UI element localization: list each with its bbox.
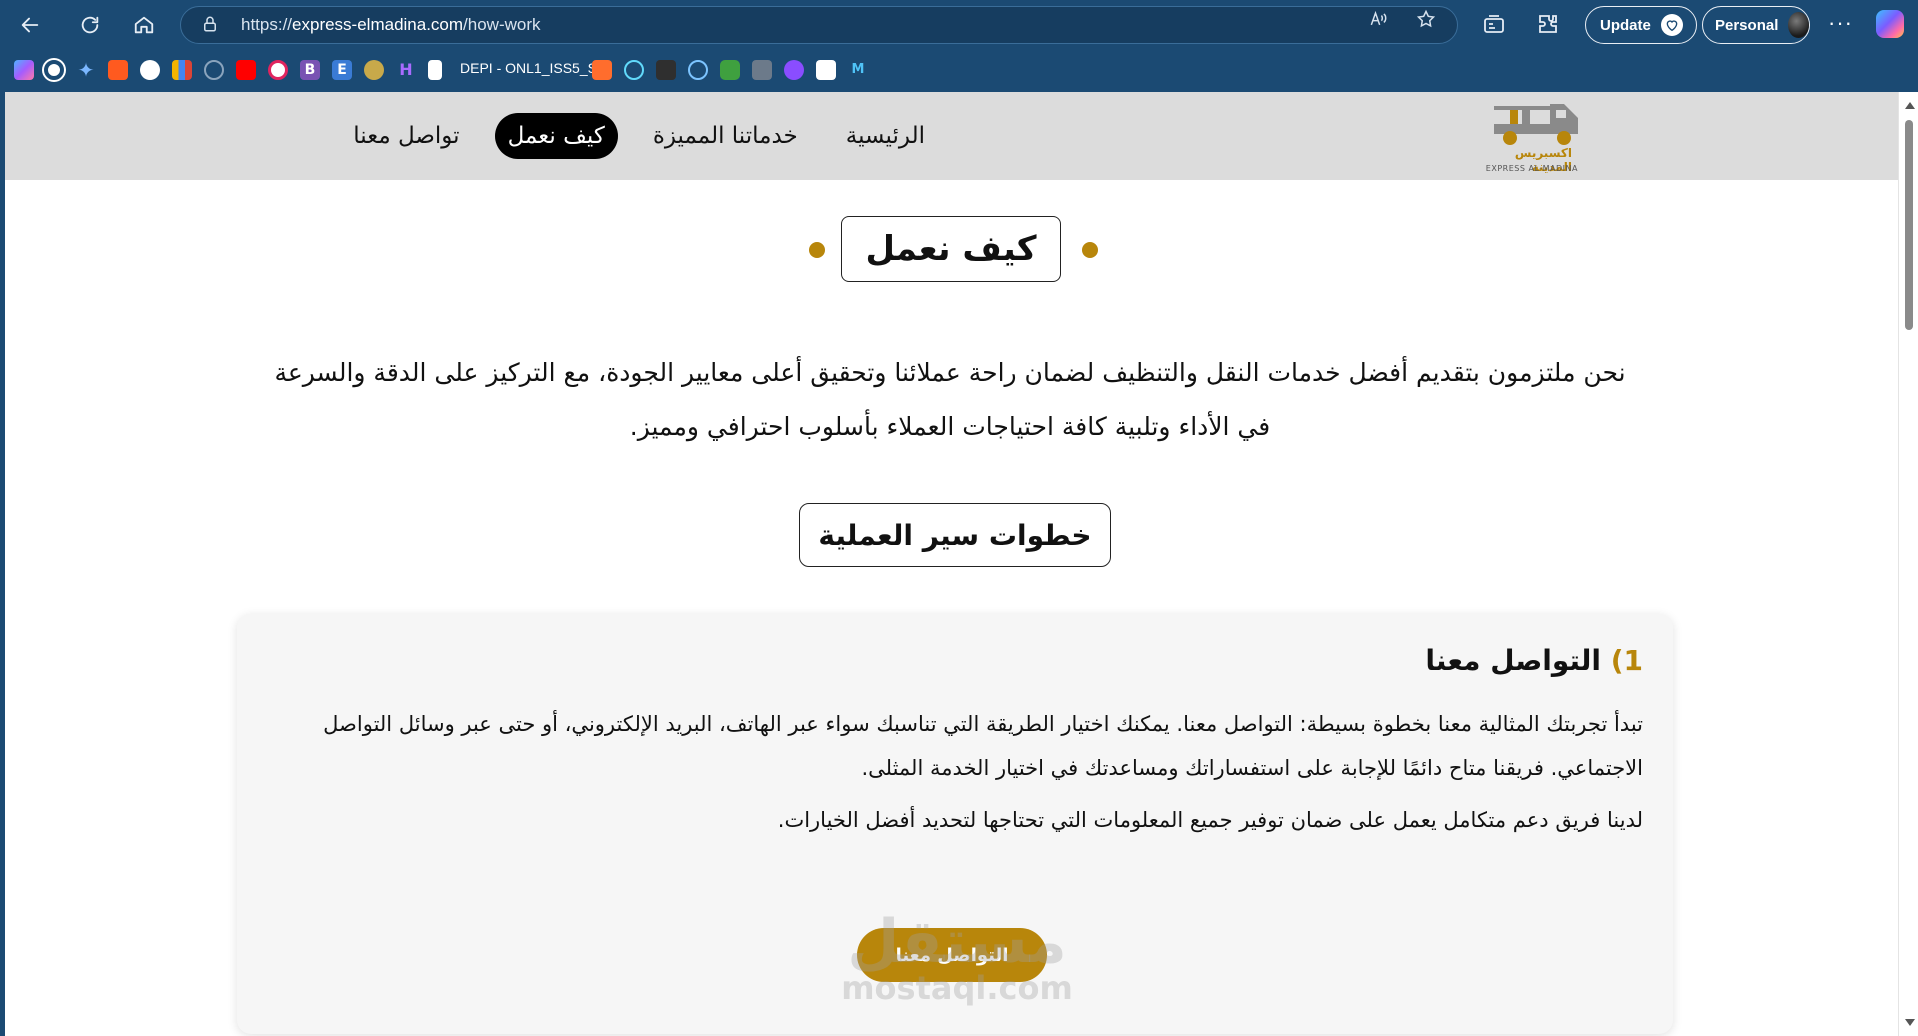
bookmark-bolt-icon[interactable] — [592, 60, 612, 80]
logo-text-english: EXPRESS AL-MADINA — [1485, 164, 1578, 173]
page-title: كيف نعمل — [841, 216, 1061, 282]
process-steps-heading: خطوات سير العملية — [799, 503, 1111, 567]
nav-contact[interactable]: تواصل معنا — [340, 113, 472, 159]
page-scrollbar[interactable] — [1898, 92, 1918, 1036]
scrollbar-thumb[interactable] — [1905, 120, 1913, 330]
scroll-down-arrow-icon[interactable] — [1905, 1019, 1915, 1026]
url-prefix: https:// — [241, 15, 293, 34]
title-dot-right — [1082, 242, 1098, 258]
site-logo[interactable]: اكسبريس المدينة EXPRESS AL-MADINA — [1476, 92, 1606, 180]
bookmark-openai-icon[interactable] — [44, 60, 64, 80]
bookmark-bootstrap-icon[interactable]: B — [300, 60, 320, 80]
bookmark-e-icon[interactable]: E — [332, 60, 352, 80]
address-bar[interactable]: https://express-elmadina.com/how-work — [180, 6, 1458, 44]
update-button[interactable]: Update — [1585, 6, 1697, 44]
bookmark-soundcloud-icon[interactable] — [108, 60, 128, 80]
bookmark-copilot-icon[interactable] — [14, 60, 34, 80]
bookmark-github-icon[interactable] — [140, 60, 160, 80]
browser-toolbar: https://express-elmadina.com/how-work Up… — [0, 0, 1918, 92]
back-button[interactable] — [14, 9, 46, 41]
bookmark-m-icon[interactable]: M — [848, 60, 868, 80]
step-number: 1) — [1610, 644, 1643, 677]
profile-label: Personal — [1715, 16, 1779, 34]
bookmark-analytics-icon[interactable] — [172, 60, 192, 80]
bookmark-n-icon[interactable] — [268, 60, 288, 80]
avatar — [1788, 12, 1809, 38]
bookmark-depi-label[interactable]: DEPI - ONL1_ISS5_S... — [460, 60, 609, 76]
extensions-icon[interactable] — [1536, 12, 1562, 38]
nav-how-we-work[interactable]: كيف نعمل — [494, 113, 618, 159]
scroll-up-arrow-icon[interactable] — [1905, 102, 1915, 109]
nav-services[interactable]: خدماتنا المميزة — [640, 113, 811, 159]
more-menu-button[interactable]: ··· — [1828, 10, 1853, 36]
bookmark-wave-icon[interactable] — [688, 60, 708, 80]
step-card: 1) التواصل معنا تبدأ تجربتك المثالية معن… — [237, 614, 1673, 1034]
title-dot-left — [809, 242, 825, 258]
section-title-row: كيف نعمل — [5, 216, 1898, 284]
copilot-icon[interactable] — [1876, 10, 1904, 38]
url-text: https://express-elmadina.com/how-work — [241, 15, 541, 35]
bookmark-h-icon[interactable]: H — [396, 60, 416, 80]
truck-logo-icon — [1494, 104, 1578, 145]
read-aloud-icon[interactable] — [1368, 9, 1390, 31]
back-arrow-icon — [21, 17, 39, 33]
bookmark-image-icon[interactable] — [752, 60, 772, 80]
collections-icon[interactable] — [1482, 12, 1508, 38]
home-button[interactable] — [128, 9, 160, 41]
bookmark-node-icon[interactable] — [720, 60, 740, 80]
favorite-star-icon[interactable] — [1416, 9, 1438, 31]
heart-sync-icon — [1660, 14, 1683, 36]
page-viewport: اكسبريس المدينة EXPRESS AL-MADINA الرئيس… — [5, 92, 1898, 1036]
refresh-button[interactable] — [74, 9, 106, 41]
bookmark-gemini-icon[interactable]: ✦ — [76, 60, 96, 80]
bookmark-page-icon[interactable] — [816, 60, 836, 80]
update-label: Update — [1600, 16, 1651, 34]
step-title-text: التواصل معنا — [1425, 644, 1601, 677]
home-icon — [134, 16, 154, 34]
intro-paragraph: نحن ملتزمون بتقديم أفضل خدمات النقل والت… — [274, 358, 1626, 441]
site-header: اكسبريس المدينة EXPRESS AL-MADINA الرئيس… — [5, 92, 1898, 180]
main-nav: الرئيسية خدماتنا المميزة كيف نعمل تواصل … — [340, 106, 938, 166]
contact-us-button[interactable]: التواصل معنا — [857, 928, 1047, 982]
bookmark-graph-icon[interactable] — [204, 60, 224, 80]
bookmark-u-icon[interactable] — [784, 60, 804, 80]
step-paragraph-2: لدينا فريق دعم متكامل يعمل على ضمان توفي… — [777, 808, 1643, 832]
url-host: express-elmadina.com — [292, 15, 464, 34]
profile-button[interactable]: Personal — [1702, 6, 1810, 44]
bookmark-youtube-icon[interactable] — [236, 60, 256, 80]
bookmark-react-icon[interactable] — [624, 60, 644, 80]
bookmark-emblem-icon[interactable] — [364, 60, 384, 80]
lock-icon — [201, 15, 221, 35]
step-title: 1) التواصل معنا — [1425, 644, 1643, 677]
refresh-icon — [81, 16, 99, 34]
bookmark-doc-icon[interactable] — [428, 60, 442, 80]
bookmark-flash-icon[interactable] — [656, 60, 676, 80]
step-paragraph-1: تبدأ تجربتك المثالية معنا بخطوة بسيطة: ا… — [323, 712, 1643, 780]
nav-home[interactable]: الرئيسية — [833, 113, 938, 159]
url-path: /how-work — [463, 15, 541, 34]
bookmarks-bar: ✦ B E H DEPI - ONL1_ISS5_S... M — [0, 52, 1918, 88]
